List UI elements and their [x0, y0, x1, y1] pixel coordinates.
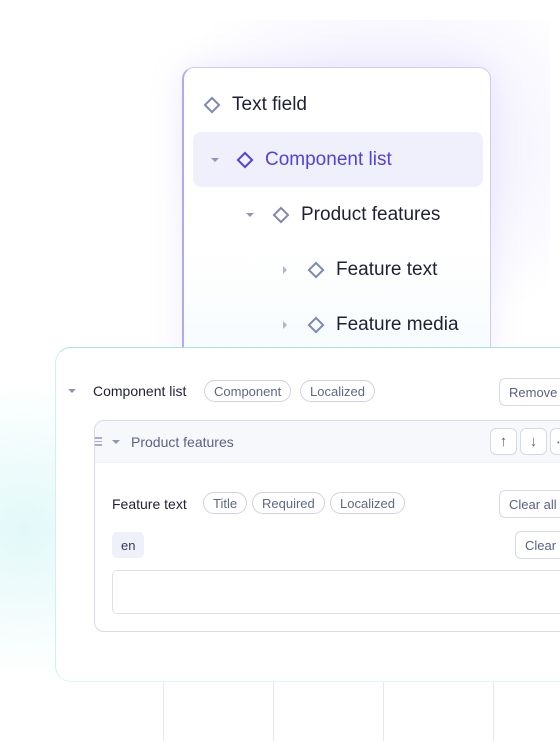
arrow-up-icon: ↑ [499, 433, 508, 450]
field-label-feature-text: Feature text [112, 496, 187, 512]
diamond-icon [307, 316, 325, 333]
diamond-icon [203, 96, 221, 113]
more-options-button[interactable]: ⋯ [550, 428, 560, 455]
block-title: Product features [131, 434, 234, 450]
tree-item-label: Product features [301, 203, 441, 225]
tree-item-label: Text field [232, 93, 307, 115]
block-product-features: Product features ↑ ↓ ⋯ Feature text Titl… [94, 420, 560, 632]
tree-item-feature-text[interactable]: Feature text [283, 242, 437, 297]
badge-title: Title [203, 492, 248, 514]
tree-item-label: Feature text [336, 258, 438, 280]
content-editor-panel: Component list Component Localized Remov… [55, 347, 560, 682]
badge-required: Required [252, 492, 325, 514]
badge-localized: Localized [330, 492, 405, 514]
field-label-component-list: Component list [93, 383, 187, 399]
chevron-down-icon[interactable] [211, 157, 219, 162]
diamond-icon [236, 151, 254, 168]
badge-localized: Localized [300, 380, 375, 402]
arrow-down-icon: ↓ [529, 433, 538, 450]
tree-item-product-features[interactable]: Product features [246, 187, 440, 242]
grid-line [493, 680, 494, 741]
tree-item-feature-media[interactable]: Feature media [283, 297, 459, 352]
collapse-toggle-icon[interactable] [112, 440, 120, 444]
move-up-button[interactable]: ↑ [490, 428, 517, 455]
clear-button[interactable]: Clear [515, 531, 560, 559]
more-icon: ⋯ [556, 433, 560, 451]
tree-item-component-list[interactable]: Component list [193, 132, 483, 187]
remove-button[interactable]: Remove [499, 378, 560, 406]
chevron-right-icon[interactable] [283, 320, 287, 329]
locale-tag: en [112, 532, 145, 558]
tree-item-label: Feature media [336, 313, 459, 335]
move-down-button[interactable]: ↓ [520, 428, 547, 455]
tree-item-text-field[interactable]: Text field [203, 77, 307, 132]
grid-line [383, 680, 384, 741]
diamond-icon [272, 206, 290, 223]
grid-line [273, 680, 274, 741]
tree-item-label: Component list [265, 148, 392, 170]
diamond-icon [307, 261, 325, 278]
feature-text-input[interactable] [112, 570, 560, 614]
chevron-right-icon[interactable] [283, 265, 287, 274]
grid-line [163, 680, 164, 741]
collapse-toggle-icon[interactable] [68, 389, 76, 393]
drag-handle-icon[interactable] [95, 437, 102, 448]
badge-component: Component [204, 380, 292, 402]
structure-tree-panel: Text field Component list Product featur… [182, 67, 491, 367]
chevron-down-icon[interactable] [246, 212, 254, 217]
clear-all-button[interactable]: Clear all [499, 490, 560, 518]
